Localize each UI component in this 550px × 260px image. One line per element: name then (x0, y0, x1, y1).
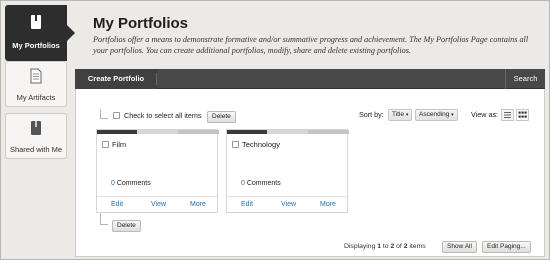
select-all-label: Check to select all items (124, 111, 202, 120)
card-header-bar (227, 130, 349, 134)
view-link[interactable]: View (151, 201, 166, 208)
paging-of: of (396, 243, 402, 250)
portfolio-book-icon (5, 14, 67, 35)
more-link[interactable]: More (190, 201, 206, 208)
portfolio-panel: Check to select all items Delete Sort by… (75, 89, 545, 257)
card-actions: Edit View More (227, 196, 347, 212)
portfolio-card: Technology 0 Comments Edit View More (226, 129, 349, 213)
chevron-down-icon: ▾ (405, 112, 409, 118)
create-portfolio-button[interactable]: Create Portfolio (75, 69, 157, 89)
comments-label: Comments (116, 180, 151, 187)
app-frame: My Portfolios My Artifacts Shared with M… (0, 0, 550, 260)
sort-field-value: Title (392, 111, 405, 118)
card-title: Technology (242, 140, 280, 149)
select-all-checkbox[interactable] (113, 112, 120, 119)
nav-my-portfolios[interactable]: My Portfolios (5, 5, 75, 61)
nav-label: My Portfolios (12, 41, 60, 50)
comments-count: 0 (241, 180, 245, 187)
sort-by-label: Sort by: (359, 110, 384, 119)
paging-items: items (409, 243, 426, 250)
comments-count: 0 (111, 180, 115, 187)
edit-link[interactable]: Edit (241, 201, 253, 208)
card-header-bar (97, 130, 219, 134)
page-description: Portfolios offer a means to demonstrate … (93, 35, 529, 55)
grid-view-icon[interactable] (516, 109, 529, 121)
view-link[interactable]: View (281, 201, 296, 208)
delete-button-bottom[interactable]: Delete (112, 220, 141, 232)
action-bar: Create Portfolio Search (75, 69, 545, 89)
paging-summary: Displaying 1 to 2 of 2 items (344, 243, 426, 250)
list-view-icon[interactable] (501, 109, 514, 121)
document-icon (6, 68, 66, 89)
sort-order-select[interactable]: Ascending ▾ (415, 109, 458, 121)
page-title: My Portfolios (93, 15, 189, 32)
edit-link[interactable]: Edit (111, 201, 123, 208)
sort-order-value: Ascending (419, 111, 450, 118)
paging-range-end: 2 (390, 243, 395, 250)
paging-prefix: Displaying (344, 243, 376, 250)
paging-range-start: 1 (377, 243, 382, 250)
card-comments[interactable]: 0 Comments (111, 180, 151, 187)
paging-to: to (382, 243, 389, 250)
delete-button-top[interactable]: Delete (207, 111, 236, 123)
view-as-label: View as: (471, 110, 499, 119)
tree-connector (100, 213, 108, 225)
comments-label: Comments (246, 180, 281, 187)
card-comments[interactable]: 0 Comments (241, 180, 281, 187)
shared-book-icon (6, 120, 66, 141)
more-link[interactable]: More (320, 201, 336, 208)
tree-connector (100, 109, 108, 119)
nav-label: My Artifacts (16, 93, 56, 102)
card-checkbox[interactable] (102, 141, 109, 148)
card-checkbox[interactable] (232, 141, 239, 148)
edit-paging-button[interactable]: Edit Paging... (482, 241, 531, 253)
show-all-button[interactable]: Show All (442, 241, 477, 253)
nav-label: Shared with Me (9, 145, 63, 154)
sort-field-select[interactable]: Title ▾ (388, 109, 413, 121)
card-title: Film (112, 140, 127, 149)
nav-shared-with-me[interactable]: Shared with Me (5, 113, 67, 159)
paging-total: 2 (403, 243, 408, 250)
chevron-down-icon: ▾ (451, 112, 454, 118)
card-actions: Edit View More (97, 196, 217, 212)
portfolio-card: Film 0 Comments Edit View More (96, 129, 219, 213)
search-button[interactable]: Search (505, 69, 545, 89)
nav-my-artifacts[interactable]: My Artifacts (5, 61, 67, 107)
